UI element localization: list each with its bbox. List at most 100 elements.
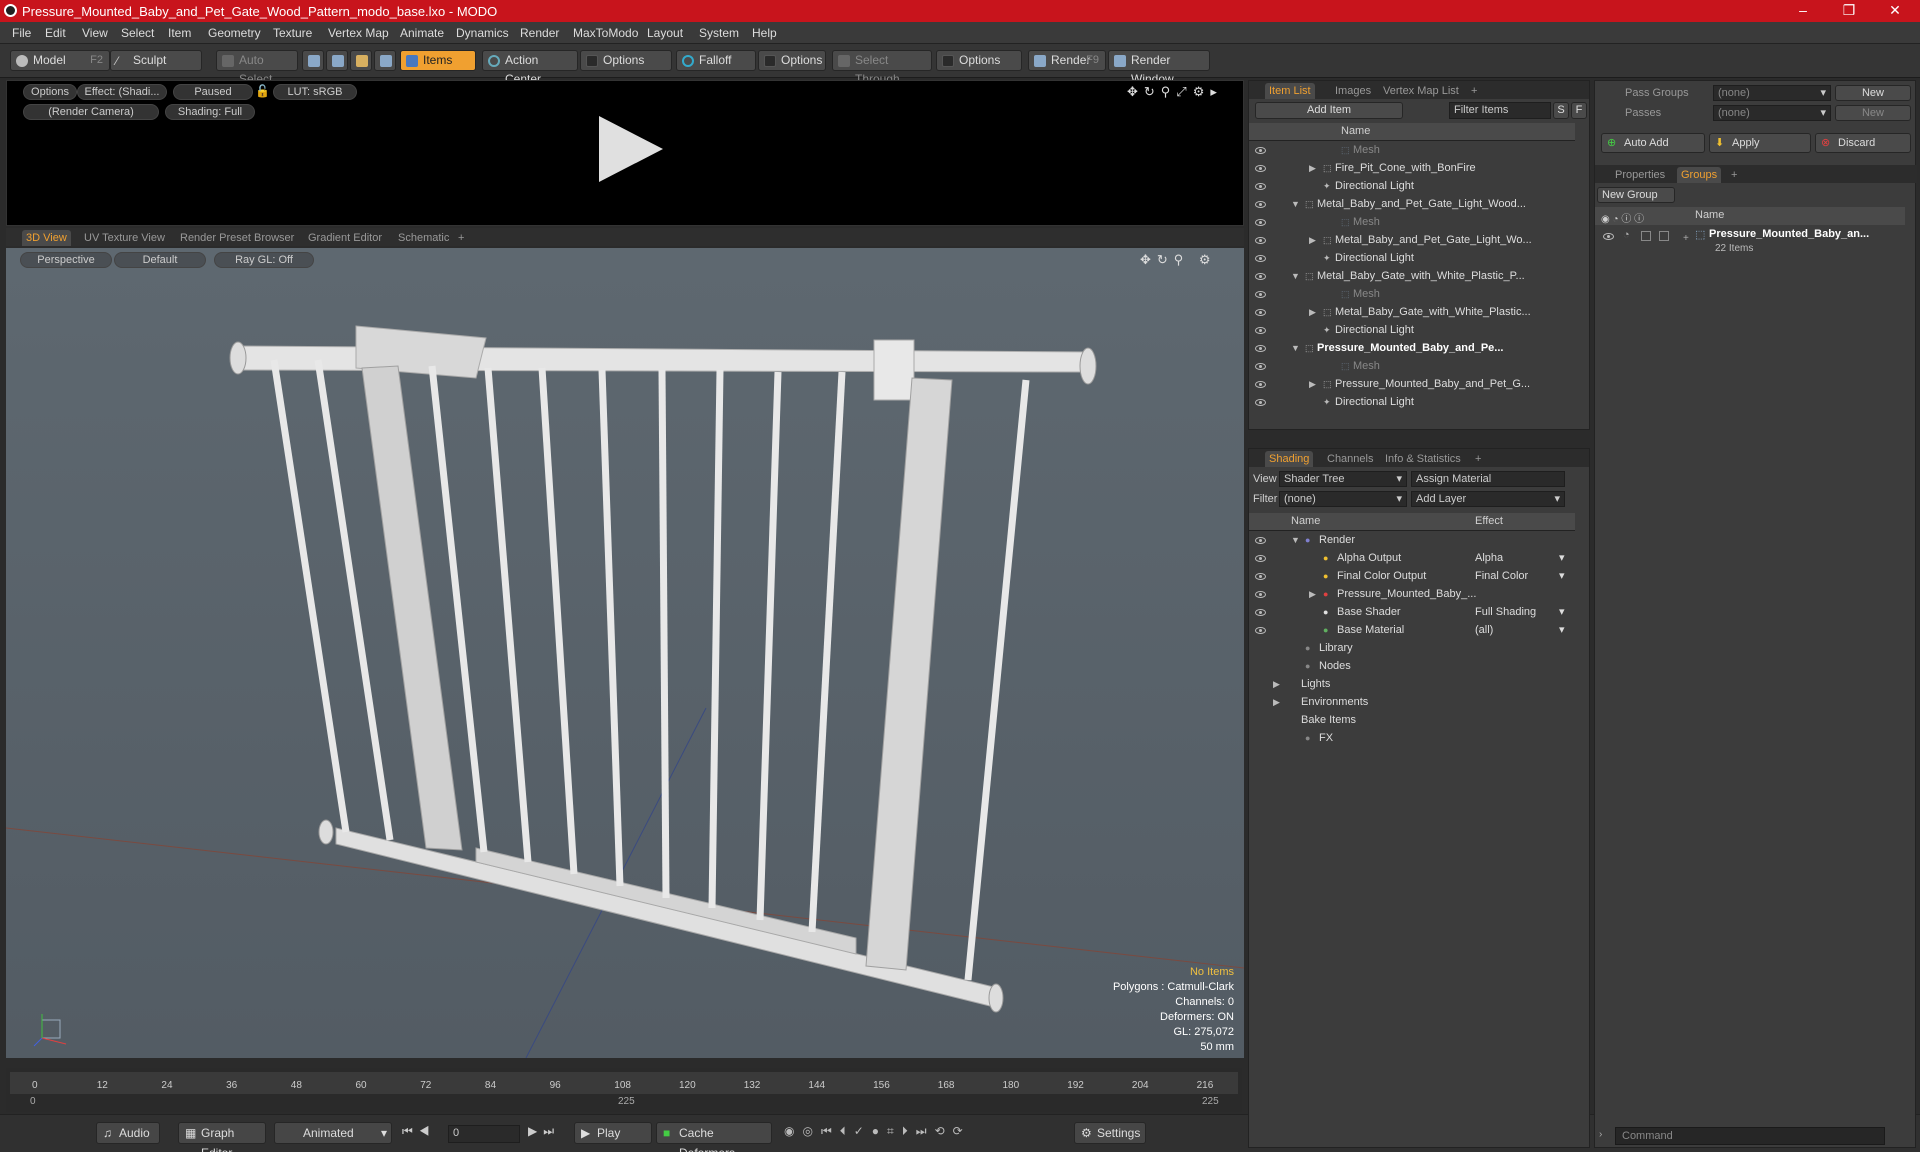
passes-dropdown[interactable]: (none) [1713, 105, 1831, 121]
assign-material-field[interactable]: Assign Material [1411, 471, 1565, 487]
collapse-icon[interactable]: ▼ [1291, 531, 1300, 549]
chevron-down-icon[interactable]: ▾ [1559, 567, 1565, 585]
item-list-row[interactable]: ▶ ⬚ Fire_Pit_Cone_with_BonFire [1249, 159, 1575, 177]
playback-forward-icons[interactable]: ▶⏭ [528, 1124, 560, 1139]
edges-mode-button[interactable] [326, 50, 348, 71]
item-list-row[interactable]: ✦ Directional Light [1249, 393, 1575, 411]
vertices-mode-button[interactable] [302, 50, 324, 71]
menu-item[interactable]: Item [168, 26, 191, 40]
shader-tree-row[interactable]: Bake Items [1249, 711, 1575, 729]
timeline[interactable]: 0 12 24 36 48 60 72 84 96 108 120 132 144 156 168 180 19… [6, 1068, 1242, 1112]
expand-icon[interactable]: ▶ [1309, 375, 1316, 393]
preview-options-button[interactable]: Options [23, 84, 77, 100]
eye-icon[interactable] [1255, 537, 1266, 544]
menu-maxtomodo[interactable]: MaxToModo [573, 26, 638, 40]
menu-help[interactable]: Help [752, 26, 777, 40]
item-list-row[interactable]: ⬚ Mesh [1249, 213, 1575, 231]
add-item-dropdown[interactable]: Add Item [1255, 102, 1403, 119]
action-center-button[interactable]: Action Center [482, 50, 578, 86]
eye-icon[interactable] [1255, 609, 1266, 616]
graph-editor-button[interactable]: ▦Graph Editor [178, 1122, 266, 1152]
view-dropdown[interactable]: Shader Tree [1279, 471, 1407, 487]
menu-layout[interactable]: Layout [647, 26, 683, 40]
eye-icon[interactable] [1255, 591, 1266, 598]
tab-vertex-map-list[interactable]: Vertex Map List [1379, 83, 1463, 99]
filter-items-field[interactable]: Filter Items [1449, 102, 1551, 119]
discard-button[interactable]: ⊗ Discard [1815, 133, 1911, 153]
select-checkbox[interactable] [1659, 231, 1669, 241]
item-list-row[interactable]: ⬚ Mesh [1249, 285, 1575, 303]
polygons-mode-button[interactable] [350, 50, 372, 71]
settings-button[interactable]: ⚙ Settings [1074, 1122, 1146, 1144]
tab-gradient-editor[interactable]: Gradient Editor [304, 230, 386, 246]
shader-tree-row[interactable]: ▶ Environments [1249, 693, 1575, 711]
eye-icon[interactable] [1255, 237, 1266, 244]
eye-icon[interactable] [1255, 147, 1266, 154]
eye-icon[interactable] [1255, 573, 1266, 580]
add-tab-button[interactable]: + [1727, 167, 1741, 183]
menu-animate[interactable]: Animate [400, 26, 444, 40]
new-pass-button[interactable]: New [1835, 105, 1911, 121]
menu-file[interactable]: File [12, 26, 31, 40]
item-list-row[interactable]: ⬚ Mesh [1249, 141, 1575, 159]
menu-edit[interactable]: Edit [45, 26, 66, 40]
shader-tree-row[interactable]: ● Base Material (all) ▾ [1249, 621, 1575, 639]
add-tab-button[interactable]: + [1467, 83, 1481, 99]
eye-icon[interactable] [1255, 273, 1266, 280]
eye-icon[interactable] [1255, 201, 1266, 208]
minimize-button[interactable]: – [1780, 0, 1826, 22]
filter-f-button[interactable]: F [1571, 102, 1587, 119]
menu-select[interactable]: Select [121, 26, 154, 40]
falloff-options-button[interactable]: Options [758, 50, 826, 71]
eye-icon[interactable] [1255, 363, 1266, 370]
collapse-icon[interactable]: ▼ [1291, 267, 1300, 285]
add-tab-button[interactable]: + [1471, 451, 1485, 467]
filter-dropdown[interactable]: (none) [1279, 491, 1407, 507]
menu-vertex-map[interactable]: Vertex Map [328, 26, 389, 40]
menu-texture[interactable]: Texture [273, 26, 312, 40]
tab-properties[interactable]: Properties [1611, 167, 1669, 183]
item-list-row[interactable]: ✦ Directional Light [1249, 321, 1575, 339]
materials-mode-button[interactable] [374, 50, 396, 71]
pass-groups-dropdown[interactable]: (none) [1713, 85, 1831, 101]
menu-view[interactable]: View [82, 26, 108, 40]
preview-nav-icons[interactable]: ✥↻⚲⤢⚙▸ [1127, 84, 1223, 100]
effect-dropdown[interactable]: Final Color [1475, 567, 1528, 585]
tab-groups[interactable]: Groups [1677, 167, 1722, 183]
eye-icon[interactable] [1255, 327, 1266, 334]
animated-dropdown[interactable]: Animated ▾ [274, 1122, 392, 1144]
menu-dynamics[interactable]: Dynamics [456, 26, 509, 40]
action-center-options-button[interactable]: Options [580, 50, 672, 71]
eye-icon[interactable] [1255, 291, 1266, 298]
expand-icon[interactable]: ▶ [1309, 159, 1316, 177]
items-mode-button[interactable]: Items [400, 50, 476, 71]
eye-icon[interactable] [1255, 183, 1266, 190]
shader-tree-row[interactable]: ▼ ● Render [1249, 531, 1575, 549]
expand-icon[interactable]: ▶ [1273, 675, 1280, 693]
cache-deformers-button[interactable]: ■Cache Deformers [656, 1122, 772, 1152]
add-layer-dropdown[interactable]: Add Layer [1411, 491, 1565, 507]
eye-icon[interactable] [1255, 309, 1266, 316]
apply-button[interactable]: ⬇ Apply [1709, 133, 1811, 153]
shader-tree-row[interactable]: ● Final Color Output Final Color ▾ [1249, 567, 1575, 585]
tab-images[interactable]: Images [1331, 83, 1375, 99]
menu-render[interactable]: Render [520, 26, 559, 40]
lock-icon[interactable]: 🔓 [255, 84, 270, 98]
collapse-icon[interactable]: ▼ [1291, 339, 1300, 357]
item-list-row[interactable]: ▶ ⬚ Metal_Baby_Gate_with_White_Plastic... [1249, 303, 1575, 321]
chevron-down-icon[interactable]: ▾ [1559, 621, 1565, 639]
tab-3d-view[interactable]: 3D View [22, 230, 71, 246]
render-button[interactable]: Render F9 [1028, 50, 1106, 71]
tab-channels[interactable]: Channels [1323, 451, 1377, 467]
render-camera-dropdown[interactable]: (Render Camera) [23, 104, 159, 120]
group-item-row[interactable]: ◔ + ⬚ Pressure_Mounted_Baby_an... 22 Ite… [1595, 227, 1905, 261]
select-through-button[interactable]: Select Through [832, 50, 932, 86]
model-mode-button[interactable]: Model F2 [10, 50, 110, 71]
key-tools-icons[interactable]: ◉◎⏮⏴✓●⌗⏵⏭⟲⟳ [784, 1124, 971, 1139]
tab-info-statistics[interactable]: Info & Statistics [1381, 451, 1465, 467]
item-list-row[interactable]: ▶ ⬚ Metal_Baby_and_Pet_Gate_Light_Wo... [1249, 231, 1575, 249]
expand-icon[interactable]: ▶ [1309, 585, 1316, 603]
eye-icon[interactable] [1603, 233, 1614, 240]
shader-tree-row[interactable]: ▶ Lights [1249, 675, 1575, 693]
menu-geometry[interactable]: Geometry [208, 26, 261, 40]
